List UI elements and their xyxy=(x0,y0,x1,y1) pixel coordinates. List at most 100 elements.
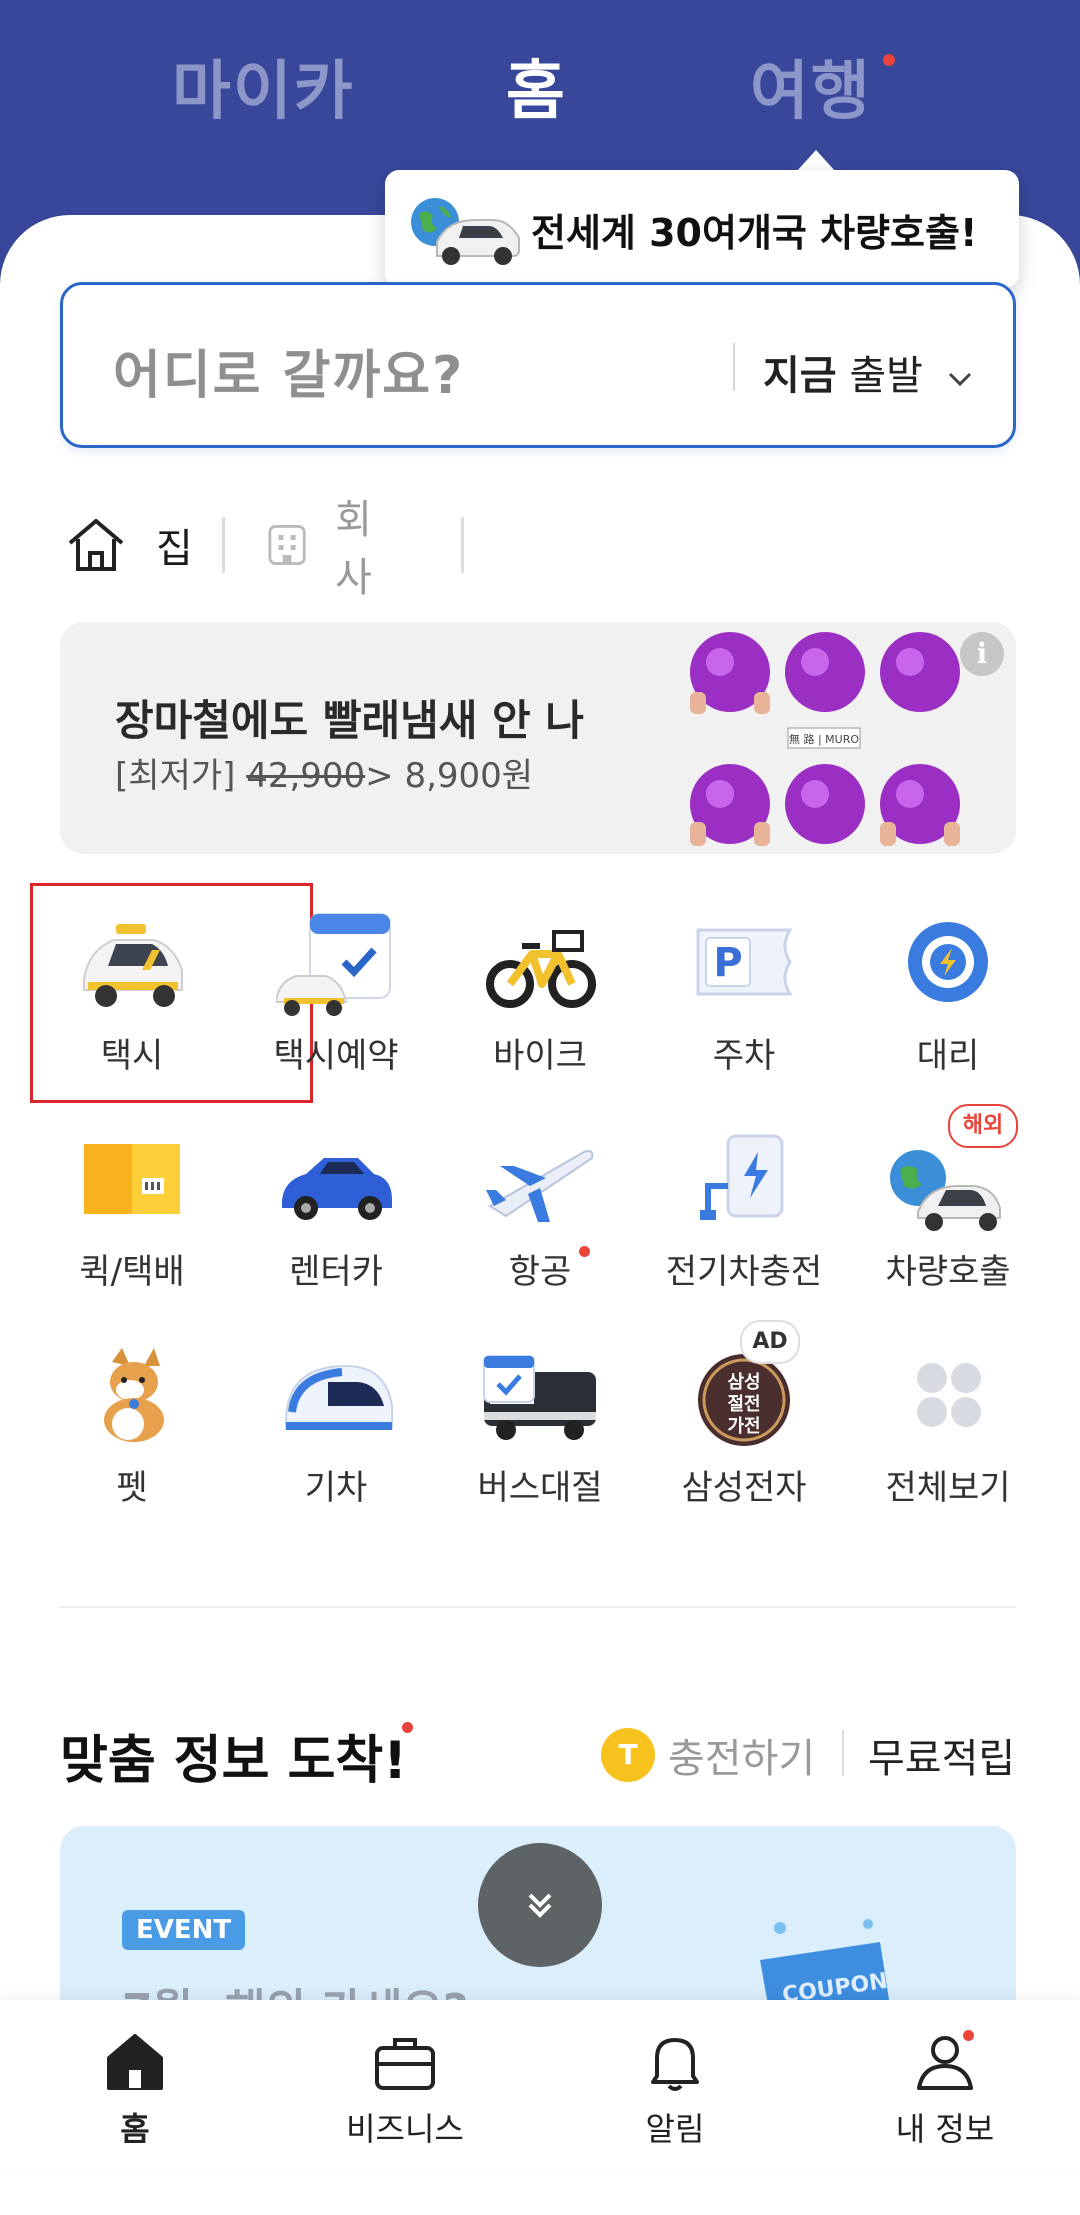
home-icon xyxy=(68,519,124,571)
tooltip-arrow xyxy=(796,150,836,172)
service-ev-charging[interactable]: 전기차충전 xyxy=(642,1126,846,1316)
bike-icon xyxy=(486,930,596,1008)
place-office-label: 회사 xyxy=(335,497,372,601)
taxi-reservation-icon xyxy=(276,913,391,1016)
charge-button[interactable]: 충전하기 xyxy=(668,1726,815,1784)
section-divider xyxy=(60,1606,1016,1608)
banner-price-prefix: [최저가] xyxy=(115,756,236,796)
service-taxi[interactable]: 택시 xyxy=(30,910,234,1100)
service-designated-driver[interactable]: 대리 xyxy=(846,910,1050,1100)
places-divider xyxy=(222,517,225,573)
free-points-button[interactable]: 무료적립 xyxy=(868,1726,1015,1784)
scroll-down-button[interactable] xyxy=(478,1843,602,1967)
globe-car-icon xyxy=(411,198,520,265)
banner-subtitle: [최저가] 42,900> 8,900원 xyxy=(115,748,533,797)
tab-home[interactable]: 홈 xyxy=(506,40,567,132)
nav-home[interactable]: 홈 xyxy=(0,2000,270,2168)
bottom-navigation: 홈 비즈니스 알림 내 정보 xyxy=(0,2000,1080,2168)
service-label: 바이크 xyxy=(493,1036,587,1076)
section-new-dot xyxy=(402,1722,413,1733)
travel-new-dot xyxy=(883,54,895,66)
profile-new-dot xyxy=(963,2030,974,2041)
event-badge: EVENT xyxy=(122,1910,246,1950)
ad-banner[interactable]: 장마철에도 빨래냄새 안 나 [최저가] 42,900> 8,900원 無 路 … xyxy=(60,622,1016,854)
service-train[interactable]: 기차 xyxy=(234,1342,438,1532)
service-rental-car[interactable]: 렌터카 xyxy=(234,1126,438,1316)
train-icon xyxy=(285,1364,393,1430)
service-taxi-reservation[interactable]: 택시예약 xyxy=(234,910,438,1100)
pet-icon xyxy=(104,1348,164,1442)
place-home-label: 집 xyxy=(156,526,193,572)
places-divider-end xyxy=(461,517,464,573)
banner-new-price: > 8,900원 xyxy=(365,756,534,796)
rental-car-icon xyxy=(282,1158,392,1220)
service-parcel[interactable]: 퀵/택배 xyxy=(30,1126,234,1316)
double-chevron-down-icon xyxy=(528,1893,552,1918)
bus-charter-icon xyxy=(483,1355,596,1440)
search-divider xyxy=(733,343,735,391)
bell-icon xyxy=(651,2038,699,2091)
nav-label: 홈 xyxy=(120,2110,150,2148)
service-global-ride[interactable]: 차량호출 xyxy=(846,1126,1050,1316)
depart-time-select[interactable]: 지금 출발 xyxy=(763,343,974,401)
service-parking[interactable]: P 주차 xyxy=(642,910,846,1100)
charge-divider xyxy=(842,1730,844,1776)
banner-brand-label: 無 路 | MURO xyxy=(788,733,860,746)
service-label: 차량호출 xyxy=(885,1252,1011,1292)
tab-travel[interactable]: 여행 xyxy=(750,40,872,132)
tooltip-text: 전세계 30여개국 차량호출! xyxy=(531,211,978,255)
service-label: 버스대절 xyxy=(477,1468,603,1508)
place-office[interactable]: 회사 xyxy=(267,497,388,601)
building-icon xyxy=(268,524,306,566)
place-home[interactable]: 집 xyxy=(64,505,193,585)
svg-text:P: P xyxy=(713,940,742,986)
home-filled-icon xyxy=(107,2034,163,2090)
nav-business[interactable]: 비즈니스 xyxy=(270,2000,540,2168)
nav-label: 비즈니스 xyxy=(346,2110,464,2148)
section-title: 맞춤 정보 도착! xyxy=(60,1731,407,1791)
service-label: 항공 xyxy=(508,1252,572,1292)
service-label: 전체보기 xyxy=(885,1468,1011,1508)
airline-new-dot xyxy=(579,1246,590,1257)
tab-mycar[interactable]: 마이카 xyxy=(172,40,355,132)
briefcase-icon xyxy=(375,2038,435,2090)
service-bike[interactable]: 바이크 xyxy=(438,910,642,1100)
ad-badge: AD xyxy=(740,1320,800,1364)
service-label: 퀵/택배 xyxy=(79,1252,185,1292)
view-all-icon xyxy=(917,1363,981,1427)
service-label: 주차 xyxy=(712,1036,776,1076)
airplane-icon xyxy=(486,1149,594,1222)
service-pet[interactable]: 펫 xyxy=(30,1342,234,1532)
service-label: 택시 xyxy=(100,1036,164,1076)
destination-search[interactable]: 어디로 갈까요? 지금 출발 xyxy=(60,282,1016,448)
service-label: 기차 xyxy=(304,1468,368,1508)
samsung-ad-text: 삼성 절전 가전 xyxy=(727,1372,761,1437)
service-airline[interactable]: 항공 xyxy=(438,1126,642,1316)
parking-icon: P xyxy=(696,928,793,996)
designated-driver-icon xyxy=(908,922,988,1002)
depart-text: 출발 xyxy=(849,353,923,399)
travel-tooltip[interactable]: 전세계 30여개국 차량호출! xyxy=(385,170,1019,288)
info-icon[interactable]: i xyxy=(960,632,1004,676)
chevron-down-icon xyxy=(948,372,971,387)
service-label: 전기차충전 xyxy=(665,1252,823,1292)
taxi-icon xyxy=(83,924,183,1007)
service-samsung-ad[interactable]: 삼성 절전 가전 삼성전자 xyxy=(642,1342,846,1532)
search-placeholder[interactable]: 어디로 갈까요? xyxy=(113,333,464,408)
nav-my-info[interactable]: 내 정보 xyxy=(810,2000,1080,2168)
parcel-icon xyxy=(84,1144,180,1214)
ev-charging-icon xyxy=(700,1134,784,1220)
nav-notifications[interactable]: 알림 xyxy=(540,2000,810,2168)
banner-old-price: 42,900 xyxy=(246,756,366,796)
service-bus-charter[interactable]: 버스대절 xyxy=(438,1342,642,1532)
overseas-badge: 해외 xyxy=(948,1104,1018,1148)
service-label: 펫 xyxy=(116,1468,148,1508)
nav-label: 내 정보 xyxy=(895,2110,995,2148)
banner-title: 장마철에도 빨래냄새 안 나 xyxy=(115,696,584,745)
t-coin-icon: T xyxy=(601,1728,655,1782)
service-label: 택시예약 xyxy=(273,1036,399,1076)
depart-now: 지금 xyxy=(763,353,837,399)
service-view-all[interactable]: 전체보기 xyxy=(846,1342,1050,1532)
nav-label: 알림 xyxy=(645,2110,705,2148)
service-label: 삼성전자 xyxy=(681,1468,807,1508)
